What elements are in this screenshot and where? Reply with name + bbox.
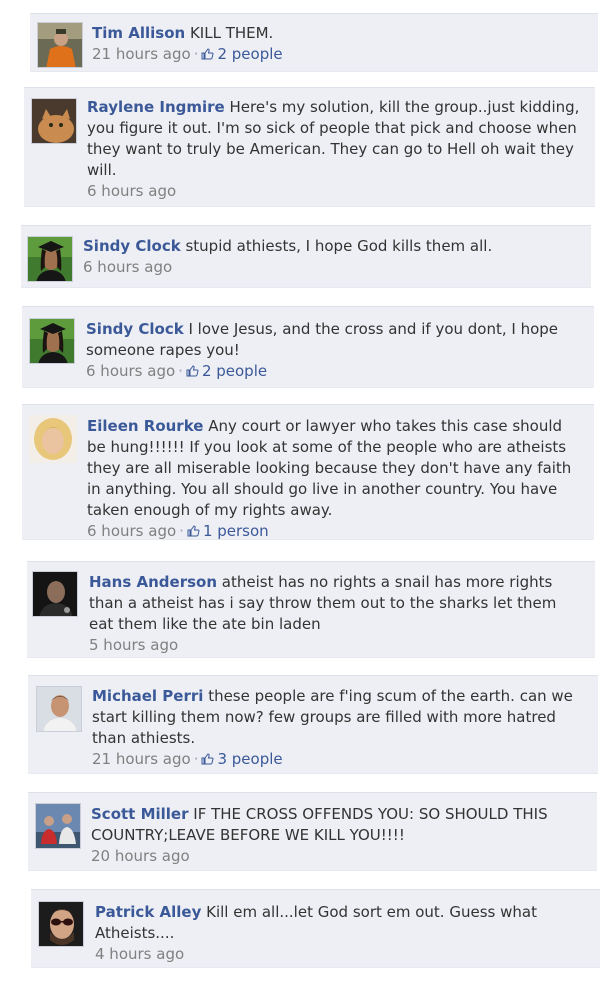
thumbs-up-icon [186, 365, 199, 377]
user-photo-cat-icon [32, 99, 76, 143]
user-photo-blonde-icon [29, 415, 77, 463]
likes-link[interactable]: 1 person [187, 522, 269, 540]
comment-time[interactable]: 6 hours ago [87, 522, 176, 540]
comment-time[interactable]: 6 hours ago [86, 362, 175, 380]
user-photo-hunter-icon [38, 23, 82, 67]
thumbs-up-icon [201, 48, 214, 60]
user-photo-man-icon [37, 687, 81, 731]
comment-text: stupid athiests, I hope God kills them a… [185, 237, 493, 255]
separator-dot: · [193, 750, 199, 768]
user-photo-graduate-icon [28, 237, 72, 281]
comment-text: KILL THEM. [189, 24, 274, 42]
likes-link[interactable]: 2 people [186, 362, 267, 380]
comment-item: Sindy Clock stupid athiests, I hope God … [21, 225, 591, 288]
comment-time[interactable]: 21 hours ago [92, 750, 191, 768]
comment-item: Hans Anderson atheist has no rights a sn… [27, 561, 595, 658]
comment-item: Eileen Rourke Any court or lawyer who ta… [22, 404, 594, 540]
thumbs-up-icon [201, 753, 214, 765]
avatar[interactable] [32, 571, 78, 617]
avatar[interactable] [31, 98, 77, 144]
comment-item: Sindy Clock I love Jesus, and the cross … [22, 306, 594, 388]
comment-item: Tim Allison KILL THEM. 21 hours ago · 2 pe… [30, 13, 598, 72]
comment-time[interactable]: 4 hours ago [95, 945, 184, 963]
comment-author[interactable]: Sindy Clock [83, 237, 181, 255]
comment-item: Scott Miller IF THE CROSS OFFENDS YOU: S… [28, 792, 597, 871]
comment-author[interactable]: Tim Allison [92, 24, 185, 42]
comment-time[interactable]: 6 hours ago [83, 258, 172, 276]
likes-link[interactable]: 2 people [201, 45, 283, 63]
thumbs-up-icon [187, 525, 200, 537]
comment-time[interactable]: 21 hours ago [92, 45, 191, 63]
comment-author[interactable]: Eileen Rourke [87, 417, 203, 435]
avatar[interactable] [37, 22, 83, 68]
separator-dot: · [193, 45, 199, 63]
comment-time[interactable]: 5 hours ago [89, 636, 178, 654]
avatar[interactable] [29, 415, 77, 463]
likes-count: 2 people [217, 45, 283, 63]
likes-link[interactable]: 3 people [201, 750, 283, 768]
avatar[interactable] [38, 901, 84, 947]
avatar[interactable] [27, 236, 73, 282]
comment-item: Raylene Ingmire Here's my solution, kill… [24, 87, 595, 207]
comment-time[interactable]: 20 hours ago [91, 847, 190, 865]
avatar[interactable] [36, 686, 82, 732]
avatar[interactable] [29, 318, 75, 364]
likes-count: 1 person [202, 522, 269, 540]
likes-count: 3 people [217, 750, 283, 768]
user-photo-sunglasses-icon [39, 902, 83, 946]
comment-author[interactable]: Scott Miller [91, 805, 189, 823]
separator-dot: · [179, 522, 184, 540]
user-photo-group-icon [36, 804, 80, 848]
likes-count: 2 people [201, 362, 268, 380]
comment-author[interactable]: Raylene Ingmire [87, 98, 225, 116]
comment-author[interactable]: Sindy Clock [86, 320, 184, 338]
comment-author[interactable]: Michael Perri [92, 687, 203, 705]
user-photo-graduate-icon [30, 319, 74, 363]
comment-item: Patrick Alley Kill em all...let God sort… [31, 889, 600, 968]
comment-item: Michael Perri these people are f'ing scu… [28, 675, 598, 774]
comment-author[interactable]: Hans Anderson [89, 573, 217, 591]
comment-time[interactable]: 6 hours ago [87, 182, 176, 200]
avatar[interactable] [35, 803, 81, 849]
user-photo-dark-icon [33, 572, 77, 616]
separator-dot: · [178, 362, 183, 380]
comment-author[interactable]: Patrick Alley [95, 903, 201, 921]
